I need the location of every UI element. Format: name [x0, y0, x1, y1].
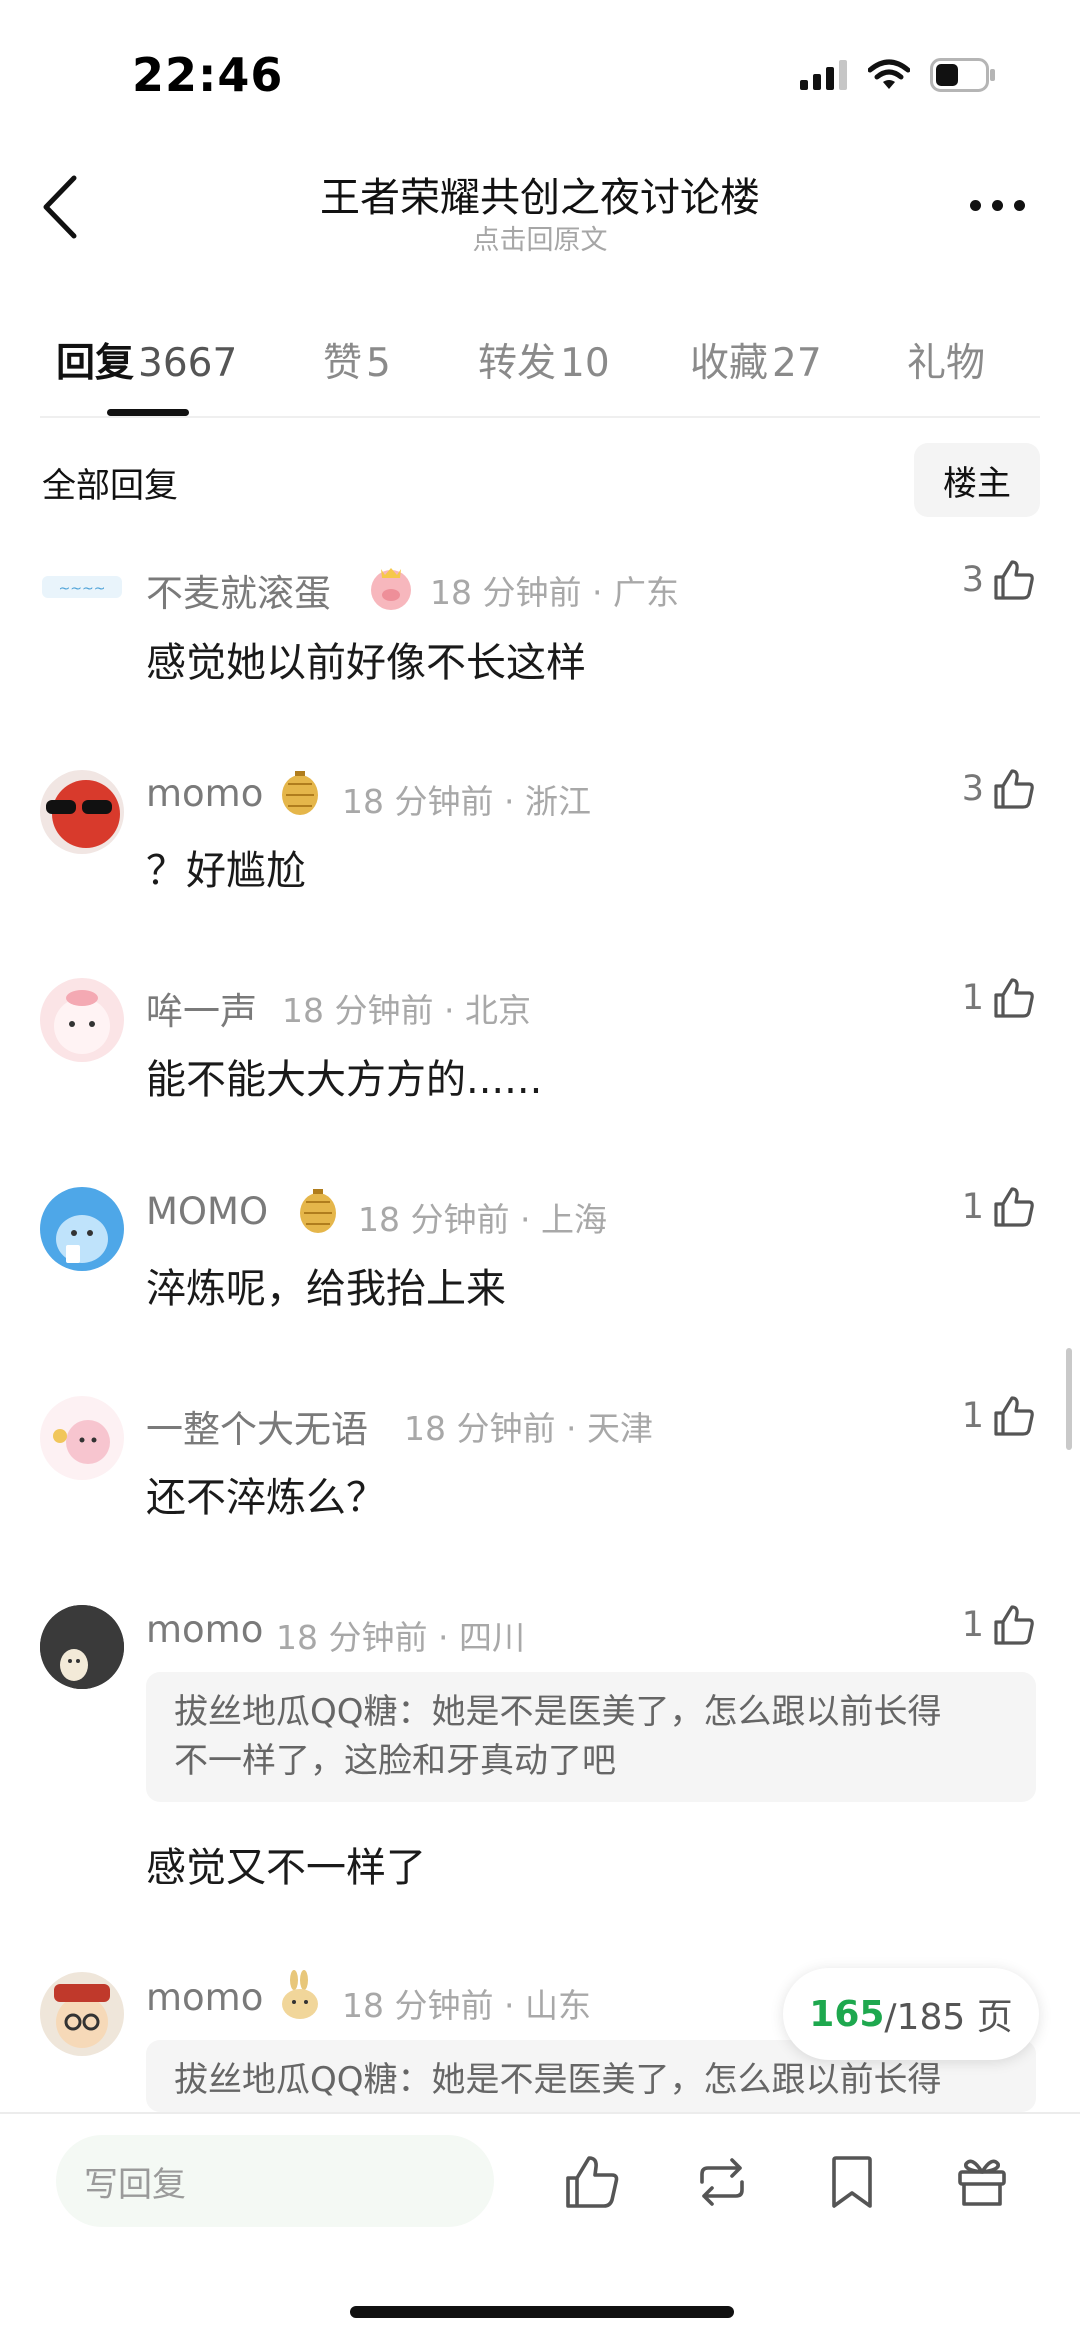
avatar[interactable] [40, 770, 124, 854]
quote-text-line2: 不一样了，这脸和牙真动了吧 [174, 1741, 616, 1781]
comment-like-button[interactable]: 1 [962, 1185, 1036, 1229]
comment-like-button[interactable]: 1 [962, 976, 1036, 1020]
avatar[interactable] [40, 1972, 124, 2056]
comment-username[interactable]: momo [146, 772, 263, 815]
comment-meta: 18 分钟前 · 浙江 [342, 782, 591, 821]
quote-author[interactable]: 拔丝地瓜QQ糖 [174, 2060, 398, 2100]
tab-replies[interactable]: 回复 3667 [56, 332, 237, 388]
comment-meta: 18 分钟前 · 山东 [342, 1986, 591, 2025]
comment-username[interactable]: momo [146, 1608, 263, 1651]
comment-text: 淬炼呢，给我抬上来 [146, 1266, 506, 1312]
comment-meta: 18 分钟前 · 北京 [282, 991, 531, 1030]
comment-username[interactable]: momo [146, 1976, 263, 2019]
quote-author[interactable]: 拔丝地瓜QQ糖 [174, 1692, 398, 1732]
comment-username[interactable]: MOMO [146, 1190, 268, 1233]
back-to-original-link[interactable]: 点击回原文 [0, 218, 1080, 257]
rabbit-badge-icon [282, 1970, 318, 2019]
owner-only-button[interactable]: 楼主 [914, 443, 1040, 517]
page-title: 王者荣耀共创之夜讨论楼 [320, 175, 760, 221]
comment-like-button[interactable]: 3 [962, 767, 1036, 811]
tab-likes[interactable]: 赞5 [323, 332, 391, 388]
home-indicator [350, 2306, 734, 2318]
comment-like-button[interactable]: 3 [962, 558, 1036, 602]
page-indicator[interactable]: 165/185 页 [783, 1968, 1039, 2060]
gift-icon[interactable] [952, 2152, 1012, 2212]
thumb-up-icon [994, 1396, 1034, 1436]
tab-favorites[interactable]: 收藏 27 [690, 332, 822, 388]
reply-input[interactable]: 写回复 [56, 2135, 494, 2227]
avatar[interactable] [40, 1396, 124, 1480]
quoted-reply[interactable]: 拔丝地瓜QQ糖：她是不是医美了，怎么跟以前长得 不一样了，这脸和牙真动了吧 [146, 1672, 1036, 1802]
like-icon[interactable] [562, 2152, 622, 2212]
comment-text: ？好尴尬 [146, 848, 306, 894]
avatar[interactable] [40, 1187, 124, 1271]
thumb-up-icon [994, 769, 1034, 809]
comment-meta: 18 分钟前 · 天津 [404, 1409, 653, 1448]
thumb-up-icon [994, 1187, 1034, 1227]
comment-meta: 18 分钟前 · 上海 [358, 1200, 607, 1239]
svg-text:~~~~: ~~~~ [59, 581, 106, 597]
comment-username[interactable]: 哞一声 [146, 981, 257, 1035]
comment-meta: 18 分钟前 · 广东 [430, 573, 679, 612]
comment-like-button[interactable]: 1 [962, 1603, 1036, 1647]
tabs-divider [40, 416, 1040, 418]
bookmark-icon[interactable] [822, 2152, 882, 2212]
status-time: 22:46 [132, 48, 284, 102]
comment-text: 感觉又不一样了 [146, 1845, 426, 1891]
section-title: 全部回复 [42, 466, 178, 506]
avatar[interactable]: ~~~~ [40, 546, 124, 630]
comment-username[interactable]: 不麦就滚蛋 [146, 563, 331, 617]
pig-badge-icon [371, 568, 411, 610]
battery-icon [930, 58, 995, 92]
lantern-badge-icon [282, 771, 318, 815]
more-icon[interactable] [970, 200, 1025, 211]
comment-meta: 18 分钟前 · 四川 [276, 1618, 525, 1657]
thumb-up-icon [994, 978, 1034, 1018]
signal-icon [800, 60, 847, 90]
status-icons [800, 58, 996, 92]
lantern-badge-icon [300, 1189, 336, 1233]
tab-active-indicator [107, 409, 189, 416]
avatar[interactable] [40, 1605, 124, 1689]
scrollbar[interactable] [1066, 1348, 1072, 1450]
comment-like-button[interactable]: 1 [962, 1394, 1036, 1438]
tab-gifts[interactable]: 礼物 [907, 332, 985, 388]
thumb-up-icon [994, 1605, 1034, 1645]
comment-username[interactable]: 一整个大无语 [146, 1399, 368, 1453]
repost-icon[interactable] [692, 2152, 752, 2212]
quote-text: 她是不是医美了，怎么跟以前长得 [431, 2060, 942, 2100]
quote-text: 她是不是医美了，怎么跟以前长得 [431, 1692, 942, 1732]
wifi-icon [868, 59, 910, 89]
comment-text: 感觉她以前好像不长这样 [146, 640, 586, 686]
total-pages: /185 页 [884, 1997, 1013, 2038]
tab-reposts[interactable]: 转发 10 [478, 332, 610, 388]
comment-text: 还不淬炼么？ [146, 1475, 386, 1521]
thumb-up-icon [994, 560, 1034, 600]
current-page: 165 [809, 1993, 885, 2035]
avatar[interactable] [40, 978, 124, 1062]
comment-text: 能不能大大方方的...... [146, 1057, 543, 1103]
